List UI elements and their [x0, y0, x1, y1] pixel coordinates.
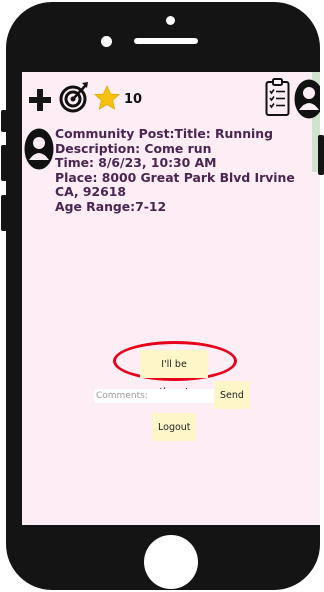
star-count: 10	[124, 92, 143, 107]
earpiece-speaker	[134, 38, 198, 44]
side-button-volume-down	[1, 195, 7, 231]
post-title: Community Post:Title: Running	[55, 126, 273, 141]
post-time: Time: 8/6/23, 10:30 AM	[55, 155, 217, 171]
comment-input[interactable]	[94, 389, 214, 403]
side-button-mute	[1, 110, 7, 132]
phone-frame: 10 Community Post:Title: Running Descrip…	[6, 2, 320, 590]
community-post: Community Post:Title: Running Descriptio…	[55, 126, 317, 215]
front-camera	[101, 36, 112, 47]
side-button-power	[318, 135, 324, 175]
send-button[interactable]: Send	[214, 381, 250, 409]
sensor-dot	[166, 16, 175, 25]
logout-button[interactable]: Logout	[152, 413, 196, 441]
post-age-range: Age Range:7-12	[55, 198, 167, 214]
user-icon[interactable]	[294, 79, 320, 119]
post-description: Description: Come run	[55, 140, 212, 156]
attend-button[interactable]: I'll be there!	[140, 350, 208, 398]
clipboard-icon[interactable]	[265, 77, 290, 117]
post-place: Place: 8000 Great Park Blvd Irvine CA, 9…	[55, 169, 295, 200]
home-button[interactable]	[144, 535, 198, 589]
post-author-avatar-icon	[24, 128, 54, 170]
side-button-volume-up	[1, 145, 7, 181]
app-screen: 10 Community Post:Title: Running Descrip…	[22, 72, 320, 525]
top-toolbar: 10	[22, 72, 320, 128]
plus-icon[interactable]	[29, 89, 51, 111]
target-icon[interactable]	[59, 81, 89, 113]
star-icon	[94, 85, 120, 110]
